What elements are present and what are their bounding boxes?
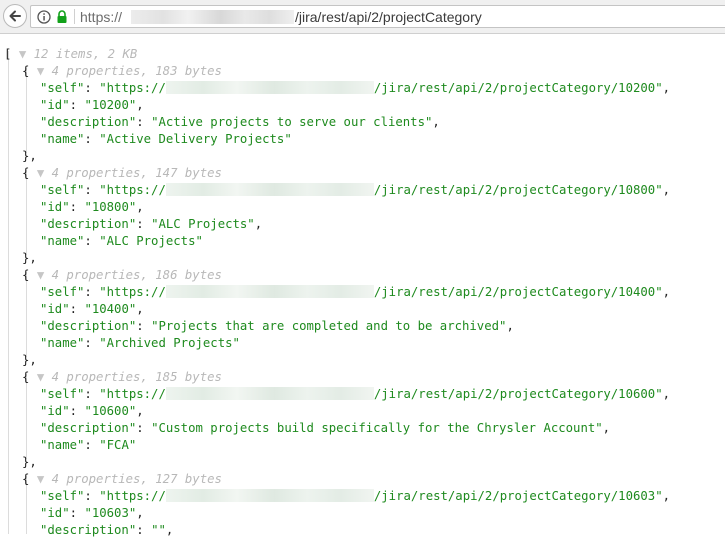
redacted-host (165, 489, 374, 502)
redacted-host (165, 387, 374, 400)
indent-guide (26, 272, 27, 357)
property-name: "name": "Active Delivery Projects" (40, 132, 292, 146)
lock-icon[interactable] (56, 10, 68, 24)
collapse-triangle-icon[interactable]: ▼ (19, 47, 26, 61)
object-meta: 4 properties, 127 bytes (51, 472, 222, 486)
property-id: "id": "10603", (40, 506, 144, 520)
object-header[interactable]: { ▼ 4 properties, 127 bytes (22, 471, 222, 488)
property-self: "self": "https:///jira/rest/api/2/projec… (40, 489, 671, 503)
property-name: "name": "FCA" (40, 438, 137, 452)
property-description: "description": "", (40, 523, 174, 537)
indent-guide (8, 51, 9, 534)
property-id: "id": "10400", (40, 302, 144, 316)
property-description: "description": "Active projects to serve… (40, 115, 440, 129)
url-path: /jira/rest/api/2/projectCategory (295, 9, 482, 25)
json-root-line[interactable]: [ ▼ 12 items, 2 KB (4, 46, 137, 63)
property-description: "description": "Custom projects build sp… (40, 421, 611, 435)
redacted-host (165, 81, 374, 94)
property-name: "name": "Archived Projects" (40, 336, 240, 350)
object-close: }, (22, 353, 37, 367)
json-viewer: [ ▼ 12 items, 2 KB { ▼ 4 properties, 183… (0, 34, 725, 537)
property-id: "id": "10600", (40, 404, 144, 418)
indent-guide (26, 170, 27, 255)
browser-toolbar: https:// /jira/rest/api/2/projectCategor… (0, 0, 725, 34)
root-bracket: [ (4, 47, 12, 61)
property-id: "id": "10800", (40, 200, 144, 214)
indent-guide (26, 68, 27, 153)
collapse-triangle-icon[interactable]: ▼ (37, 472, 44, 486)
root-meta: ▼ 12 items, 2 KB (18, 47, 138, 61)
object-meta: 4 properties, 186 bytes (51, 268, 222, 282)
object-header[interactable]: { ▼ 4 properties, 186 bytes (22, 267, 222, 284)
redacted-host (165, 183, 374, 196)
property-self: "self": "https:///jira/rest/api/2/projec… (40, 285, 671, 299)
collapse-triangle-icon[interactable]: ▼ (37, 370, 44, 384)
property-self: "self": "https:///jira/rest/api/2/projec… (40, 183, 671, 197)
object-header[interactable]: { ▼ 4 properties, 147 bytes (22, 165, 222, 182)
property-self: "self": "https:///jira/rest/api/2/projec… (40, 387, 671, 401)
object-meta: 4 properties, 147 bytes (51, 166, 222, 180)
object-close: }, (22, 251, 37, 265)
property-description: "description": "ALC Projects", (40, 217, 263, 231)
object-meta: 4 properties, 185 bytes (51, 370, 222, 384)
property-name: "name": "ALC Projects" (40, 234, 203, 248)
url-separator (74, 9, 75, 24)
indent-guide (26, 374, 27, 459)
collapse-triangle-icon[interactable]: ▼ (37, 166, 44, 180)
object-meta: 4 properties, 183 bytes (51, 64, 222, 78)
redacted-host (165, 285, 374, 298)
address-bar[interactable]: https:// /jira/rest/api/2/projectCategor… (30, 5, 725, 28)
arrow-left-icon (9, 10, 21, 22)
property-self: "self": "https:///jira/rest/api/2/projec… (40, 81, 671, 95)
property-description: "description": "Projects that are comple… (40, 319, 514, 333)
object-header[interactable]: { ▼ 4 properties, 185 bytes (22, 369, 222, 386)
collapse-triangle-icon[interactable]: ▼ (37, 64, 44, 78)
object-header[interactable]: { ▼ 4 properties, 183 bytes (22, 63, 222, 80)
info-icon[interactable] (37, 10, 51, 24)
url-scheme: https:// (80, 9, 123, 25)
back-button[interactable] (3, 4, 27, 28)
redacted-host (131, 10, 294, 24)
object-close: }, (22, 455, 37, 469)
property-id: "id": "10200", (40, 98, 144, 112)
collapse-triangle-icon[interactable]: ▼ (37, 268, 44, 282)
object-close: }, (22, 149, 37, 163)
